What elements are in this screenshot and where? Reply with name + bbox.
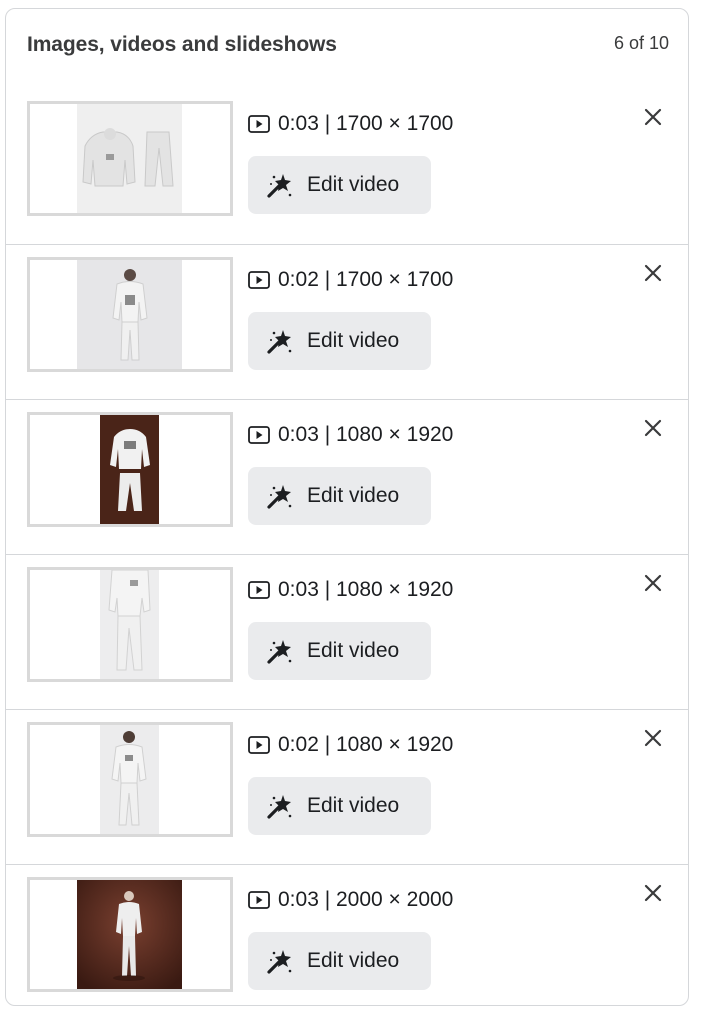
- media-meta-text: 0:03 | 1080 × 1920: [278, 578, 454, 601]
- panel-header: Images, videos and slideshows 6 of 10: [6, 9, 688, 89]
- media-item: 0:02 | 1700 × 1700 Edit video: [6, 244, 688, 399]
- media-thumbnail[interactable]: [27, 567, 233, 682]
- media-meta: 0:03 | 1700 × 1700: [248, 112, 453, 136]
- panel-title: Images, videos and slideshows: [27, 33, 337, 56]
- outfit-flatlay-thumbnail: [77, 104, 182, 213]
- magic-wand-icon: [266, 482, 294, 510]
- video-play-icon: [248, 736, 270, 754]
- media-meta-text: 0:03 | 2000 × 2000: [278, 888, 454, 911]
- remove-media-button[interactable]: [642, 262, 664, 284]
- edit-video-label: Edit video: [307, 484, 400, 507]
- video-play-icon: [248, 271, 270, 289]
- video-play-icon: [248, 891, 270, 909]
- remove-media-button[interactable]: [642, 106, 664, 128]
- media-meta: 0:02 | 1080 × 1920: [248, 733, 453, 757]
- media-item: 0:03 | 1700 × 1700 Edit video: [6, 89, 688, 244]
- media-meta: 0:03 | 2000 × 2000: [248, 888, 453, 912]
- media-item: 0:03 | 1080 × 1920 Edit video: [6, 399, 688, 554]
- media-item: 0:03 | 2000 × 2000 Edit video: [6, 864, 688, 1005]
- remove-media-button[interactable]: [642, 417, 664, 439]
- media-thumbnail[interactable]: [27, 101, 233, 216]
- edit-video-button[interactable]: Edit video: [248, 777, 431, 835]
- video-play-icon: [248, 426, 270, 444]
- close-icon: [644, 729, 662, 747]
- edit-video-button[interactable]: Edit video: [248, 312, 431, 370]
- media-meta-text: 0:03 | 1080 × 1920: [278, 423, 454, 446]
- video-play-icon: [248, 581, 270, 599]
- close-icon: [644, 264, 662, 282]
- media-thumbnail[interactable]: [27, 257, 233, 372]
- media-count: 6 of 10: [613, 33, 669, 53]
- outfit-on-brown-thumbnail: [100, 415, 159, 524]
- media-meta-text: 0:03 | 1700 × 1700: [278, 112, 454, 135]
- edit-video-label: Edit video: [307, 329, 400, 352]
- edit-video-button[interactable]: Edit video: [248, 622, 431, 680]
- model-back-view-thumbnail: [77, 260, 182, 369]
- video-play-icon: [248, 115, 270, 133]
- magic-wand-icon: [266, 792, 294, 820]
- model-front-thumbnail: [100, 725, 159, 834]
- media-item: 0:03 | 1080 × 1920 Edit video: [6, 554, 688, 709]
- edit-video-button[interactable]: Edit video: [248, 467, 431, 525]
- media-item: 0:02 | 1080 × 1920 Edit video: [6, 709, 688, 864]
- remove-media-button[interactable]: [642, 882, 664, 904]
- media-panel: Images, videos and slideshows 6 of 10 0:…: [5, 8, 689, 1006]
- remove-media-button[interactable]: [642, 727, 664, 749]
- media-meta-text: 0:02 | 1700 × 1700: [278, 268, 454, 291]
- media-meta-text: 0:02 | 1080 × 1920: [278, 733, 454, 756]
- magic-wand-icon: [266, 947, 294, 975]
- media-meta: 0:02 | 1700 × 1700: [248, 268, 453, 292]
- media-meta: 0:03 | 1080 × 1920: [248, 423, 453, 447]
- remove-media-button[interactable]: [642, 572, 664, 594]
- media-thumbnail[interactable]: [27, 412, 233, 527]
- media-meta: 0:03 | 1080 × 1920: [248, 578, 453, 602]
- edit-video-label: Edit video: [307, 173, 400, 196]
- edit-video-button[interactable]: Edit video: [248, 156, 431, 214]
- edit-video-label: Edit video: [307, 794, 400, 817]
- model-legs-thumbnail: [100, 570, 159, 679]
- media-thumbnail[interactable]: [27, 877, 233, 992]
- edit-video-label: Edit video: [307, 639, 400, 662]
- close-icon: [644, 419, 662, 437]
- close-icon: [644, 884, 662, 902]
- close-icon: [644, 108, 662, 126]
- model-brown-studio-thumbnail: [77, 880, 182, 989]
- magic-wand-icon: [266, 637, 294, 665]
- edit-video-label: Edit video: [307, 949, 400, 972]
- close-icon: [644, 574, 662, 592]
- magic-wand-icon: [266, 327, 294, 355]
- edit-video-button[interactable]: Edit video: [248, 932, 431, 990]
- magic-wand-icon: [266, 171, 294, 199]
- media-thumbnail[interactable]: [27, 722, 233, 837]
